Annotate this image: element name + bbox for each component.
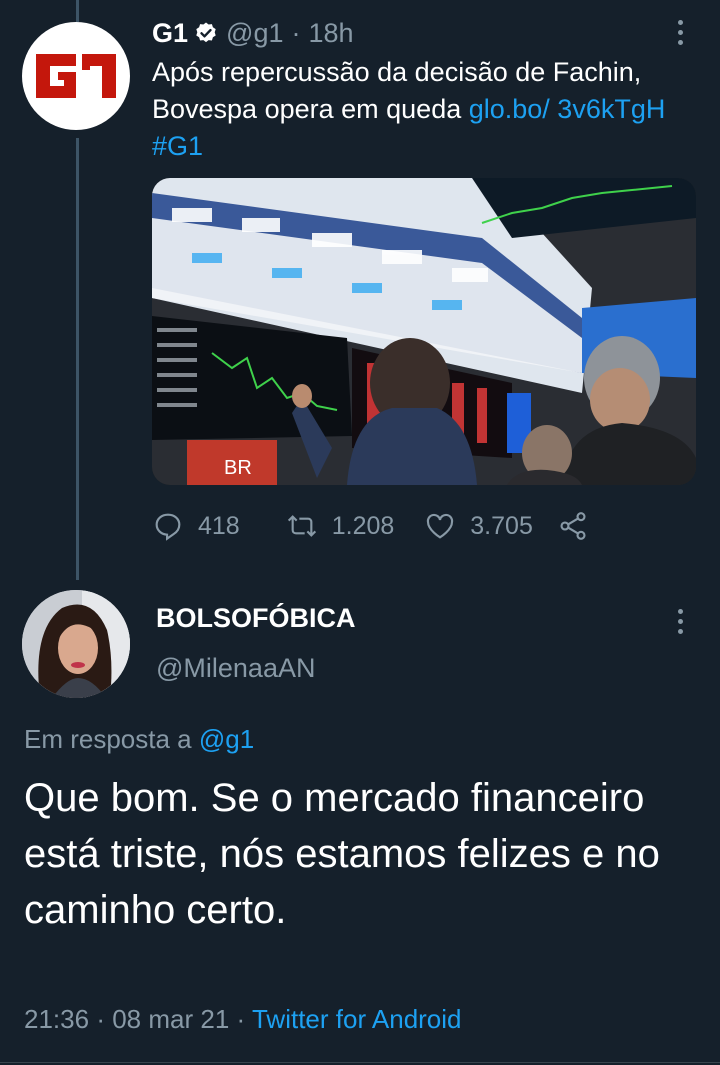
thread-connector <box>76 138 79 580</box>
like-icon <box>427 513 454 539</box>
g1-avatar[interactable]: G1 <box>22 22 130 130</box>
replying-to: Em resposta a @g1 <box>24 724 254 755</box>
tweet-link[interactable]: glo.bo/ 3v6kTgH <box>469 94 666 124</box>
replying-to-label: Em resposta a <box>24 724 192 754</box>
reply-button[interactable]: 418 <box>152 510 240 542</box>
like-count: 3.705 <box>470 511 533 540</box>
like-button[interactable]: 3.705 <box>424 510 533 542</box>
tweet-hashtag[interactable]: #G1 <box>152 131 203 161</box>
reply-author-name[interactable]: BOLSOFÓBICA <box>156 603 356 634</box>
photo-sign-text: BR <box>224 457 252 479</box>
more-vertical-icon[interactable] <box>677 20 683 45</box>
reply-count: 418 <box>198 511 240 540</box>
g1-logo-text: G1 <box>30 46 32 47</box>
retweet-button[interactable]: 1.208 <box>286 510 395 542</box>
meta-separator: · <box>96 1004 105 1034</box>
author-handle[interactable]: @g1 <box>226 18 283 49</box>
tweet-header: G1 @g1 · 18h <box>152 16 354 50</box>
reply-author-handle[interactable]: @MilenaaAN <box>156 653 315 684</box>
tweet-source[interactable]: Twitter for Android <box>252 1004 462 1034</box>
tweet-date: 08 mar 21 <box>112 1004 230 1034</box>
tweet-image[interactable]: BR <box>152 178 696 485</box>
reply-author-avatar[interactable] <box>22 590 130 698</box>
tweet-actions: 418 1.208 3.705 <box>152 504 589 548</box>
thread-connector-top <box>76 0 79 22</box>
meta-separator: · <box>236 1004 246 1034</box>
tweet-meta: 21:36 · 08 mar 21 · Twitter for Android <box>24 1004 462 1035</box>
tweet-timestamp: 21:36 <box>24 1004 90 1034</box>
reply-text: Que bom. Se o mercado financeiro está tr… <box>24 776 660 932</box>
verified-badge-icon <box>196 22 216 43</box>
profile-photo <box>22 590 130 698</box>
header-separator: · <box>291 17 301 48</box>
retweet-count: 1.208 <box>331 511 395 540</box>
retweet-icon <box>287 515 316 537</box>
replying-to-handle[interactable]: @g1 <box>199 724 254 754</box>
divider <box>0 1062 720 1063</box>
reply-icon <box>155 513 181 541</box>
tweet-text: Após repercussão da decisão de Fachin, B… <box>152 54 697 165</box>
more-vertical-icon[interactable] <box>677 609 683 634</box>
share-button[interactable] <box>557 510 589 542</box>
g1-logo-icon: G1 <box>30 46 116 98</box>
tweet-time[interactable]: 18h <box>308 18 353 49</box>
author-name[interactable]: G1 <box>152 18 188 49</box>
share-icon <box>560 512 586 540</box>
stock-exchange-photo: BR <box>152 178 696 485</box>
